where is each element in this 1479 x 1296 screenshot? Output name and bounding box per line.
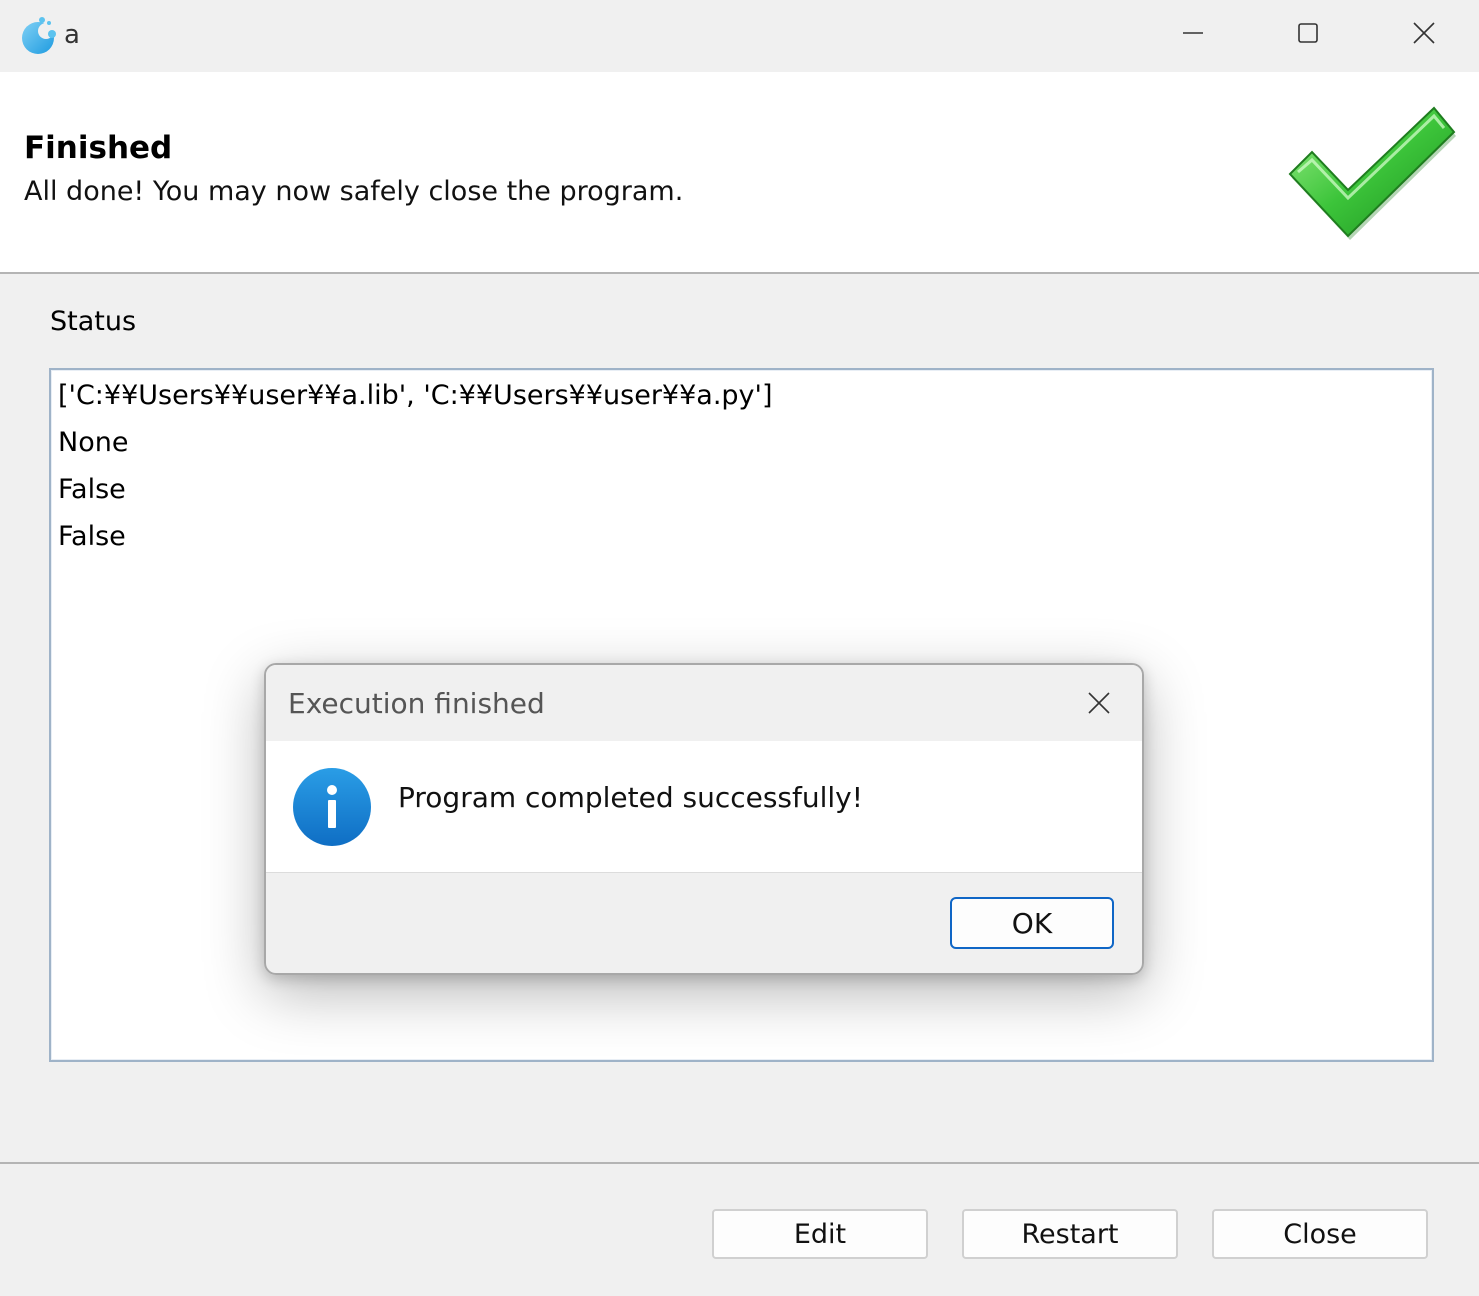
status-line: False xyxy=(58,521,126,552)
minimize-button[interactable] xyxy=(1135,0,1251,66)
status-label: Status xyxy=(50,306,137,337)
dialog-title: Execution finished xyxy=(288,687,545,720)
close-icon xyxy=(1413,22,1435,44)
checkmark-icon xyxy=(1284,102,1460,242)
footer-divider xyxy=(0,1162,1479,1164)
status-line: False xyxy=(58,474,126,505)
maximize-icon xyxy=(1298,23,1318,43)
restart-button[interactable]: Restart xyxy=(962,1209,1178,1259)
close-button[interactable]: Close xyxy=(1212,1209,1428,1259)
dialog-body: Program completed successfully! xyxy=(266,741,1142,873)
header-panel: Finished All done! You may now safely cl… xyxy=(0,72,1479,274)
minimize-icon xyxy=(1183,32,1203,34)
close-icon xyxy=(1088,692,1110,714)
dialog-close-button[interactable] xyxy=(1074,683,1124,723)
close-window-button[interactable] xyxy=(1366,0,1479,66)
status-line: None xyxy=(58,427,129,458)
main-window: a Finished All done! You may now safely … xyxy=(0,0,1479,1296)
info-icon xyxy=(292,767,372,847)
window-title: a xyxy=(64,20,80,50)
status-line: ['C:¥¥Users¥¥user¥¥a.lib', 'C:¥¥Users¥¥u… xyxy=(58,380,773,411)
ok-button[interactable]: OK xyxy=(950,897,1114,949)
page-title: Finished xyxy=(24,130,173,166)
message-dialog: Execution finished Program completed suc… xyxy=(264,663,1144,975)
app-logo-icon xyxy=(18,14,60,56)
title-bar: a xyxy=(0,0,1479,72)
edit-button[interactable]: Edit xyxy=(712,1209,928,1259)
page-subtitle: All done! You may now safely close the p… xyxy=(24,176,684,207)
dialog-message: Program completed successfully! xyxy=(398,781,863,814)
maximize-button[interactable] xyxy=(1250,0,1366,66)
dialog-title-bar: Execution finished xyxy=(266,665,1142,741)
